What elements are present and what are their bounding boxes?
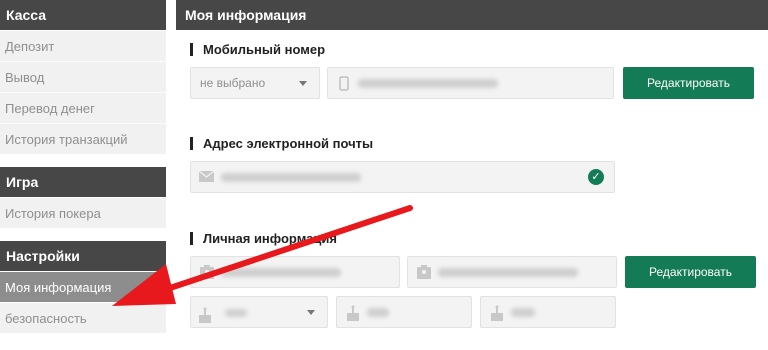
envelope-icon: [198, 170, 215, 185]
sidebar-spacer: [0, 228, 166, 241]
birthday-cake-icon: [345, 305, 360, 321]
birth-day-select[interactable]: [190, 296, 328, 328]
chevron-down-icon: [299, 81, 307, 86]
personal-section-title: Личная информация: [190, 232, 337, 245]
email-value-blurred: [221, 173, 361, 182]
birth-month-field[interactable]: [336, 296, 472, 328]
mobile-section-title: Мобильный номер: [190, 43, 325, 56]
sidebar-item-my-info[interactable]: Моя информация: [0, 271, 166, 302]
birth-year-value-blurred: [511, 308, 535, 317]
edit-personal-button[interactable]: Редактировать: [625, 256, 756, 288]
page-title: Моя информация: [176, 0, 768, 30]
sidebar-header-cashier: Касса: [0, 0, 166, 30]
first-name-value-blurred: [221, 268, 341, 277]
mobile-number-value-blurred: [358, 79, 498, 88]
birth-month-value-blurred: [367, 308, 389, 317]
country-code-select[interactable]: не выбрано: [190, 67, 320, 99]
last-name-field[interactable]: [407, 256, 617, 288]
sidebar: Касса Депозит Вывод Перевод денег Истори…: [0, 0, 166, 350]
id-card-icon: [416, 265, 431, 280]
main-panel: Моя информация Мобильный номер не выбран…: [176, 0, 768, 350]
sidebar-item-poker-history[interactable]: История покера: [0, 197, 166, 228]
email-field[interactable]: ✓: [190, 161, 615, 193]
sidebar-item-withdraw[interactable]: Вывод: [0, 61, 166, 92]
sidebar-item-deposit[interactable]: Депозит: [0, 30, 166, 61]
verified-check-icon: ✓: [588, 169, 604, 185]
mobile-number-field[interactable]: [327, 67, 614, 99]
sidebar-item-transfer[interactable]: Перевод денег: [0, 92, 166, 123]
sidebar-item-transactions[interactable]: История транзакций: [0, 123, 166, 154]
chevron-down-icon: [307, 310, 315, 315]
birth-day-value-blurred: [225, 309, 247, 317]
email-section-title: Адрес электронной почты: [190, 137, 373, 150]
sidebar-spacer: [0, 154, 166, 167]
first-name-field[interactable]: [190, 256, 400, 288]
edit-mobile-button[interactable]: Редактировать: [623, 67, 754, 99]
sidebar-header-settings: Настройки: [0, 241, 166, 271]
sidebar-header-game: Игра: [0, 167, 166, 197]
last-name-value-blurred: [438, 268, 578, 277]
birthday-cake-icon: [198, 304, 212, 334]
birth-year-field[interactable]: [480, 296, 616, 328]
sidebar-item-security[interactable]: безопасность: [0, 302, 166, 333]
country-code-value: не выбрано: [200, 76, 266, 90]
phone-icon: [336, 76, 351, 91]
birthday-cake-icon: [489, 305, 504, 321]
id-card-icon: [199, 265, 214, 280]
